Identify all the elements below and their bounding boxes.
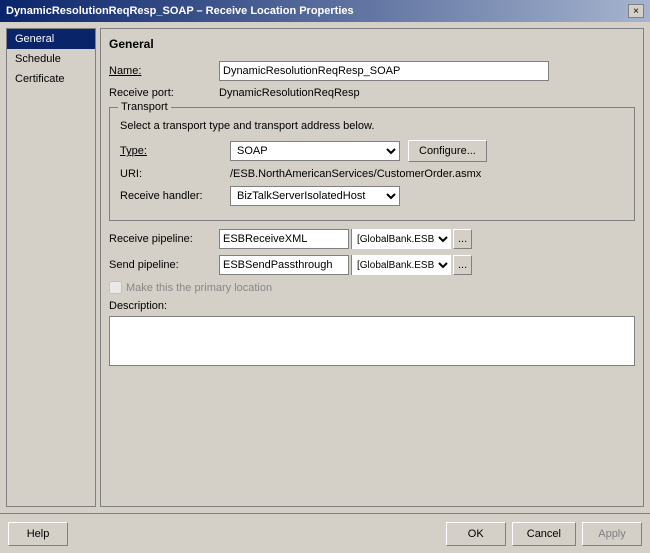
name-input[interactable] bbox=[219, 61, 549, 81]
handler-row: Receive handler: BizTalkServerIsolatedHo… bbox=[120, 186, 624, 206]
primary-location-row: Make this the primary location bbox=[109, 281, 635, 294]
send-pipeline-browse-button[interactable]: ... bbox=[453, 255, 472, 275]
receive-pipeline-row: Receive pipeline: [GlobalBank.ESB.Dynami… bbox=[109, 229, 635, 249]
panel-title: General bbox=[109, 37, 635, 51]
handler-dropdown[interactable]: BizTalkServerIsolatedHost BizTalkServerA… bbox=[230, 186, 400, 206]
uri-label: URI: bbox=[120, 168, 230, 180]
send-pipeline-assembly-dropdown[interactable]: [GlobalBank.ESB.Dyr bbox=[351, 255, 451, 275]
sidebar: General Schedule Certificate bbox=[6, 28, 96, 507]
transport-legend: Transport bbox=[118, 101, 171, 113]
send-pipeline-name[interactable] bbox=[219, 255, 349, 275]
configure-button[interactable]: Configure... bbox=[408, 140, 487, 162]
type-dropdown[interactable]: SOAP HTTP FILE FTP MSMQ bbox=[230, 141, 400, 161]
uri-row: URI: /ESB.NorthAmericanServices/Customer… bbox=[120, 168, 624, 180]
sidebar-item-general[interactable]: General bbox=[7, 29, 95, 49]
receive-pipeline-label: Receive pipeline: bbox=[109, 233, 219, 245]
primary-location-checkbox[interactable] bbox=[109, 281, 122, 294]
title-bar-text: DynamicResolutionReqResp_SOAP – Receive … bbox=[6, 5, 354, 17]
type-label: Type: bbox=[120, 145, 230, 157]
name-label: Name: bbox=[109, 65, 219, 77]
dialog-body: General Schedule Certificate General Nam… bbox=[0, 22, 650, 553]
type-row: Type: SOAP HTTP FILE FTP MSMQ Configure.… bbox=[120, 140, 624, 162]
ok-button[interactable]: OK bbox=[446, 522, 506, 546]
sidebar-item-certificate[interactable]: Certificate bbox=[7, 69, 95, 89]
button-bar: Help OK Cancel Apply bbox=[0, 513, 650, 553]
receive-port-label: Receive port: bbox=[109, 87, 219, 99]
description-textarea[interactable] bbox=[109, 316, 635, 366]
content-area: General Schedule Certificate General Nam… bbox=[0, 22, 650, 513]
receive-pipeline-combo: [GlobalBank.ESB.Dynamic ... bbox=[219, 229, 472, 249]
receive-port-value: DynamicResolutionReqResp bbox=[219, 87, 360, 99]
action-buttons: OK Cancel Apply bbox=[446, 522, 642, 546]
primary-location-label: Make this the primary location bbox=[126, 282, 272, 294]
handler-label: Receive handler: bbox=[120, 190, 230, 202]
receive-pipeline-assembly-dropdown[interactable]: [GlobalBank.ESB.Dynamic bbox=[351, 229, 451, 249]
apply-button[interactable]: Apply bbox=[582, 522, 642, 546]
close-button[interactable]: × bbox=[628, 4, 644, 18]
send-pipeline-label: Send pipeline: bbox=[109, 259, 219, 271]
uri-value: /ESB.NorthAmericanServices/CustomerOrder… bbox=[230, 168, 481, 180]
send-pipeline-row: Send pipeline: [GlobalBank.ESB.Dyr ... bbox=[109, 255, 635, 275]
main-panel: General Name: Receive port: DynamicResol… bbox=[100, 28, 644, 507]
transport-group: Transport Select a transport type and tr… bbox=[109, 107, 635, 221]
sidebar-item-schedule[interactable]: Schedule bbox=[7, 49, 95, 69]
receive-port-row: Receive port: DynamicResolutionReqResp bbox=[109, 87, 635, 99]
receive-pipeline-name[interactable] bbox=[219, 229, 349, 249]
name-row: Name: bbox=[109, 61, 635, 81]
title-bar: DynamicResolutionReqResp_SOAP – Receive … bbox=[0, 0, 650, 22]
receive-pipeline-browse-button[interactable]: ... bbox=[453, 229, 472, 249]
help-button[interactable]: Help bbox=[8, 522, 68, 546]
description-label: Description: bbox=[109, 300, 635, 312]
transport-hint: Select a transport type and transport ad… bbox=[120, 120, 624, 132]
cancel-button[interactable]: Cancel bbox=[512, 522, 576, 546]
send-pipeline-combo: [GlobalBank.ESB.Dyr ... bbox=[219, 255, 472, 275]
